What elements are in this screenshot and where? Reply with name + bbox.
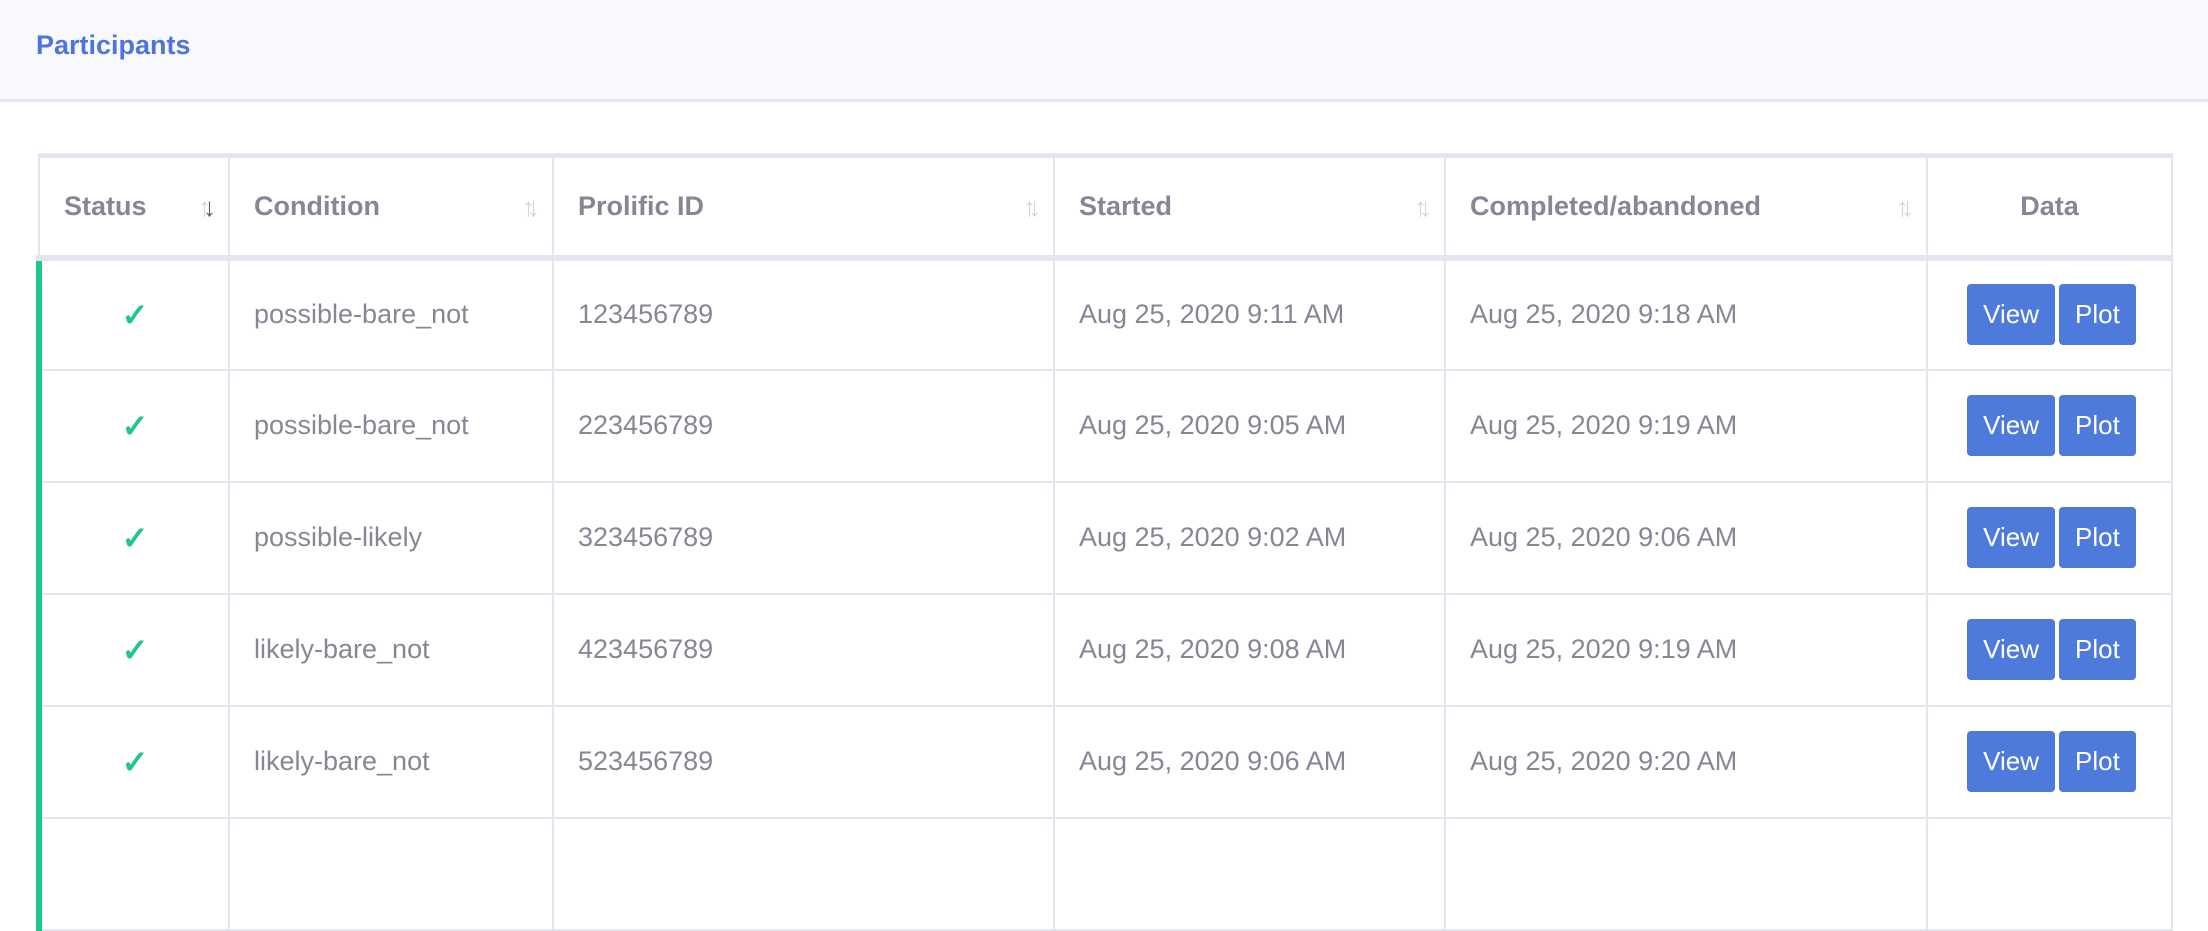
check-icon: ✓ [121, 743, 149, 780]
sort-icon[interactable]: ↑↓ [198, 192, 216, 223]
prolific-id-cell: 223456789 [552, 368, 1055, 483]
view-button[interactable]: View [1967, 284, 2056, 345]
table-row: ✓ possible-bare_not 223456789 Aug 25, 20… [36, 368, 2173, 483]
view-button[interactable]: View [1967, 619, 2056, 680]
status-cell: ✓ [36, 256, 230, 371]
view-button[interactable]: View [1967, 395, 2056, 456]
sort-icon[interactable]: ↑↓ [522, 192, 540, 223]
plot-button[interactable]: Plot [2059, 619, 2136, 680]
condition-cell: likely-bare_not [228, 704, 554, 819]
started-cell: Aug 25, 2020 9:11 AM [1053, 256, 1446, 371]
completed-cell: Aug 25, 2020 9:18 AM [1444, 256, 1928, 371]
column-header-status[interactable]: Status ↑↓ [38, 154, 230, 261]
completed-cell: Aug 25, 2020 9:19 AM [1444, 592, 1928, 707]
completed-cell: Aug 25, 2020 9:06 AM [1444, 480, 1928, 595]
column-header-started[interactable]: Started ↑↓ [1053, 154, 1446, 261]
check-icon: ✓ [121, 407, 149, 444]
status-cell: ✓ [36, 368, 230, 483]
started-cell: Aug 25, 2020 9:08 AM [1053, 592, 1446, 707]
started-cell: Aug 25, 2020 9:06 AM [1053, 704, 1446, 819]
column-header-completed[interactable]: Completed/abandoned ↑↓ [1444, 154, 1928, 261]
status-cell: ✓ [36, 704, 230, 819]
column-header-prolific-id[interactable]: Prolific ID ↑↓ [552, 154, 1055, 261]
condition-cell: likely-bare_not [228, 592, 554, 707]
column-label: Prolific ID [578, 190, 705, 221]
condition-cell: possible-likely [228, 480, 554, 595]
table-row-partial [36, 816, 2173, 931]
data-cell: View Plot [1926, 256, 2173, 371]
status-cell: ✓ [36, 592, 230, 707]
table-row: ✓ possible-bare_not 123456789 Aug 25, 20… [36, 256, 2173, 371]
completed-cell: Aug 25, 2020 9:19 AM [1444, 368, 1928, 483]
card-header: Participants [0, 0, 2208, 102]
plot-button[interactable]: Plot [2059, 395, 2136, 456]
column-label: Completed/abandoned [1470, 190, 1762, 221]
started-cell: Aug 25, 2020 9:02 AM [1053, 480, 1446, 595]
table-row: ✓ possible-likely 323456789 Aug 25, 2020… [36, 480, 2173, 595]
data-cell: View Plot [1926, 368, 2173, 483]
completed-cell: Aug 25, 2020 9:20 AM [1444, 704, 1928, 819]
view-button[interactable]: View [1967, 731, 2056, 792]
condition-cell: possible-bare_not [228, 368, 554, 483]
sort-icon[interactable]: ↑↓ [1023, 192, 1041, 223]
started-cell: Aug 25, 2020 9:05 AM [1053, 368, 1446, 483]
participants-table: Status ↑↓ Condition ↑↓ Prolific ID ↑↓ Start… [36, 153, 2173, 931]
page-title: Participants [36, 30, 191, 60]
data-cell: View Plot [1926, 704, 2173, 819]
table-row: ✓ likely-bare_not 423456789 Aug 25, 2020… [36, 592, 2173, 707]
prolific-id-cell: 423456789 [552, 592, 1055, 707]
column-header-data: Data [1926, 154, 2173, 261]
view-button[interactable]: View [1967, 507, 2056, 568]
column-label: Started [1079, 190, 1173, 221]
column-label: Status [64, 190, 147, 221]
plot-button[interactable]: Plot [2059, 731, 2136, 792]
data-cell: View Plot [1926, 592, 2173, 707]
plot-button[interactable]: Plot [2059, 284, 2136, 345]
data-cell: View Plot [1926, 480, 2173, 595]
condition-cell: possible-bare_not [228, 256, 554, 371]
prolific-id-cell: 123456789 [552, 256, 1055, 371]
plot-button[interactable]: Plot [2059, 507, 2136, 568]
prolific-id-cell: 523456789 [552, 704, 1055, 819]
check-icon: ✓ [121, 296, 149, 333]
check-icon: ✓ [121, 519, 149, 556]
column-label: Condition [254, 190, 380, 221]
sort-icon[interactable]: ↑↓ [1414, 192, 1432, 223]
prolific-id-cell: 323456789 [552, 480, 1055, 595]
sort-icon[interactable]: ↑↓ [1896, 192, 1914, 223]
column-header-condition[interactable]: Condition ↑↓ [228, 154, 554, 261]
table-row: ✓ likely-bare_not 523456789 Aug 25, 2020… [36, 704, 2173, 819]
check-icon: ✓ [121, 631, 149, 668]
status-cell: ✓ [36, 480, 230, 595]
